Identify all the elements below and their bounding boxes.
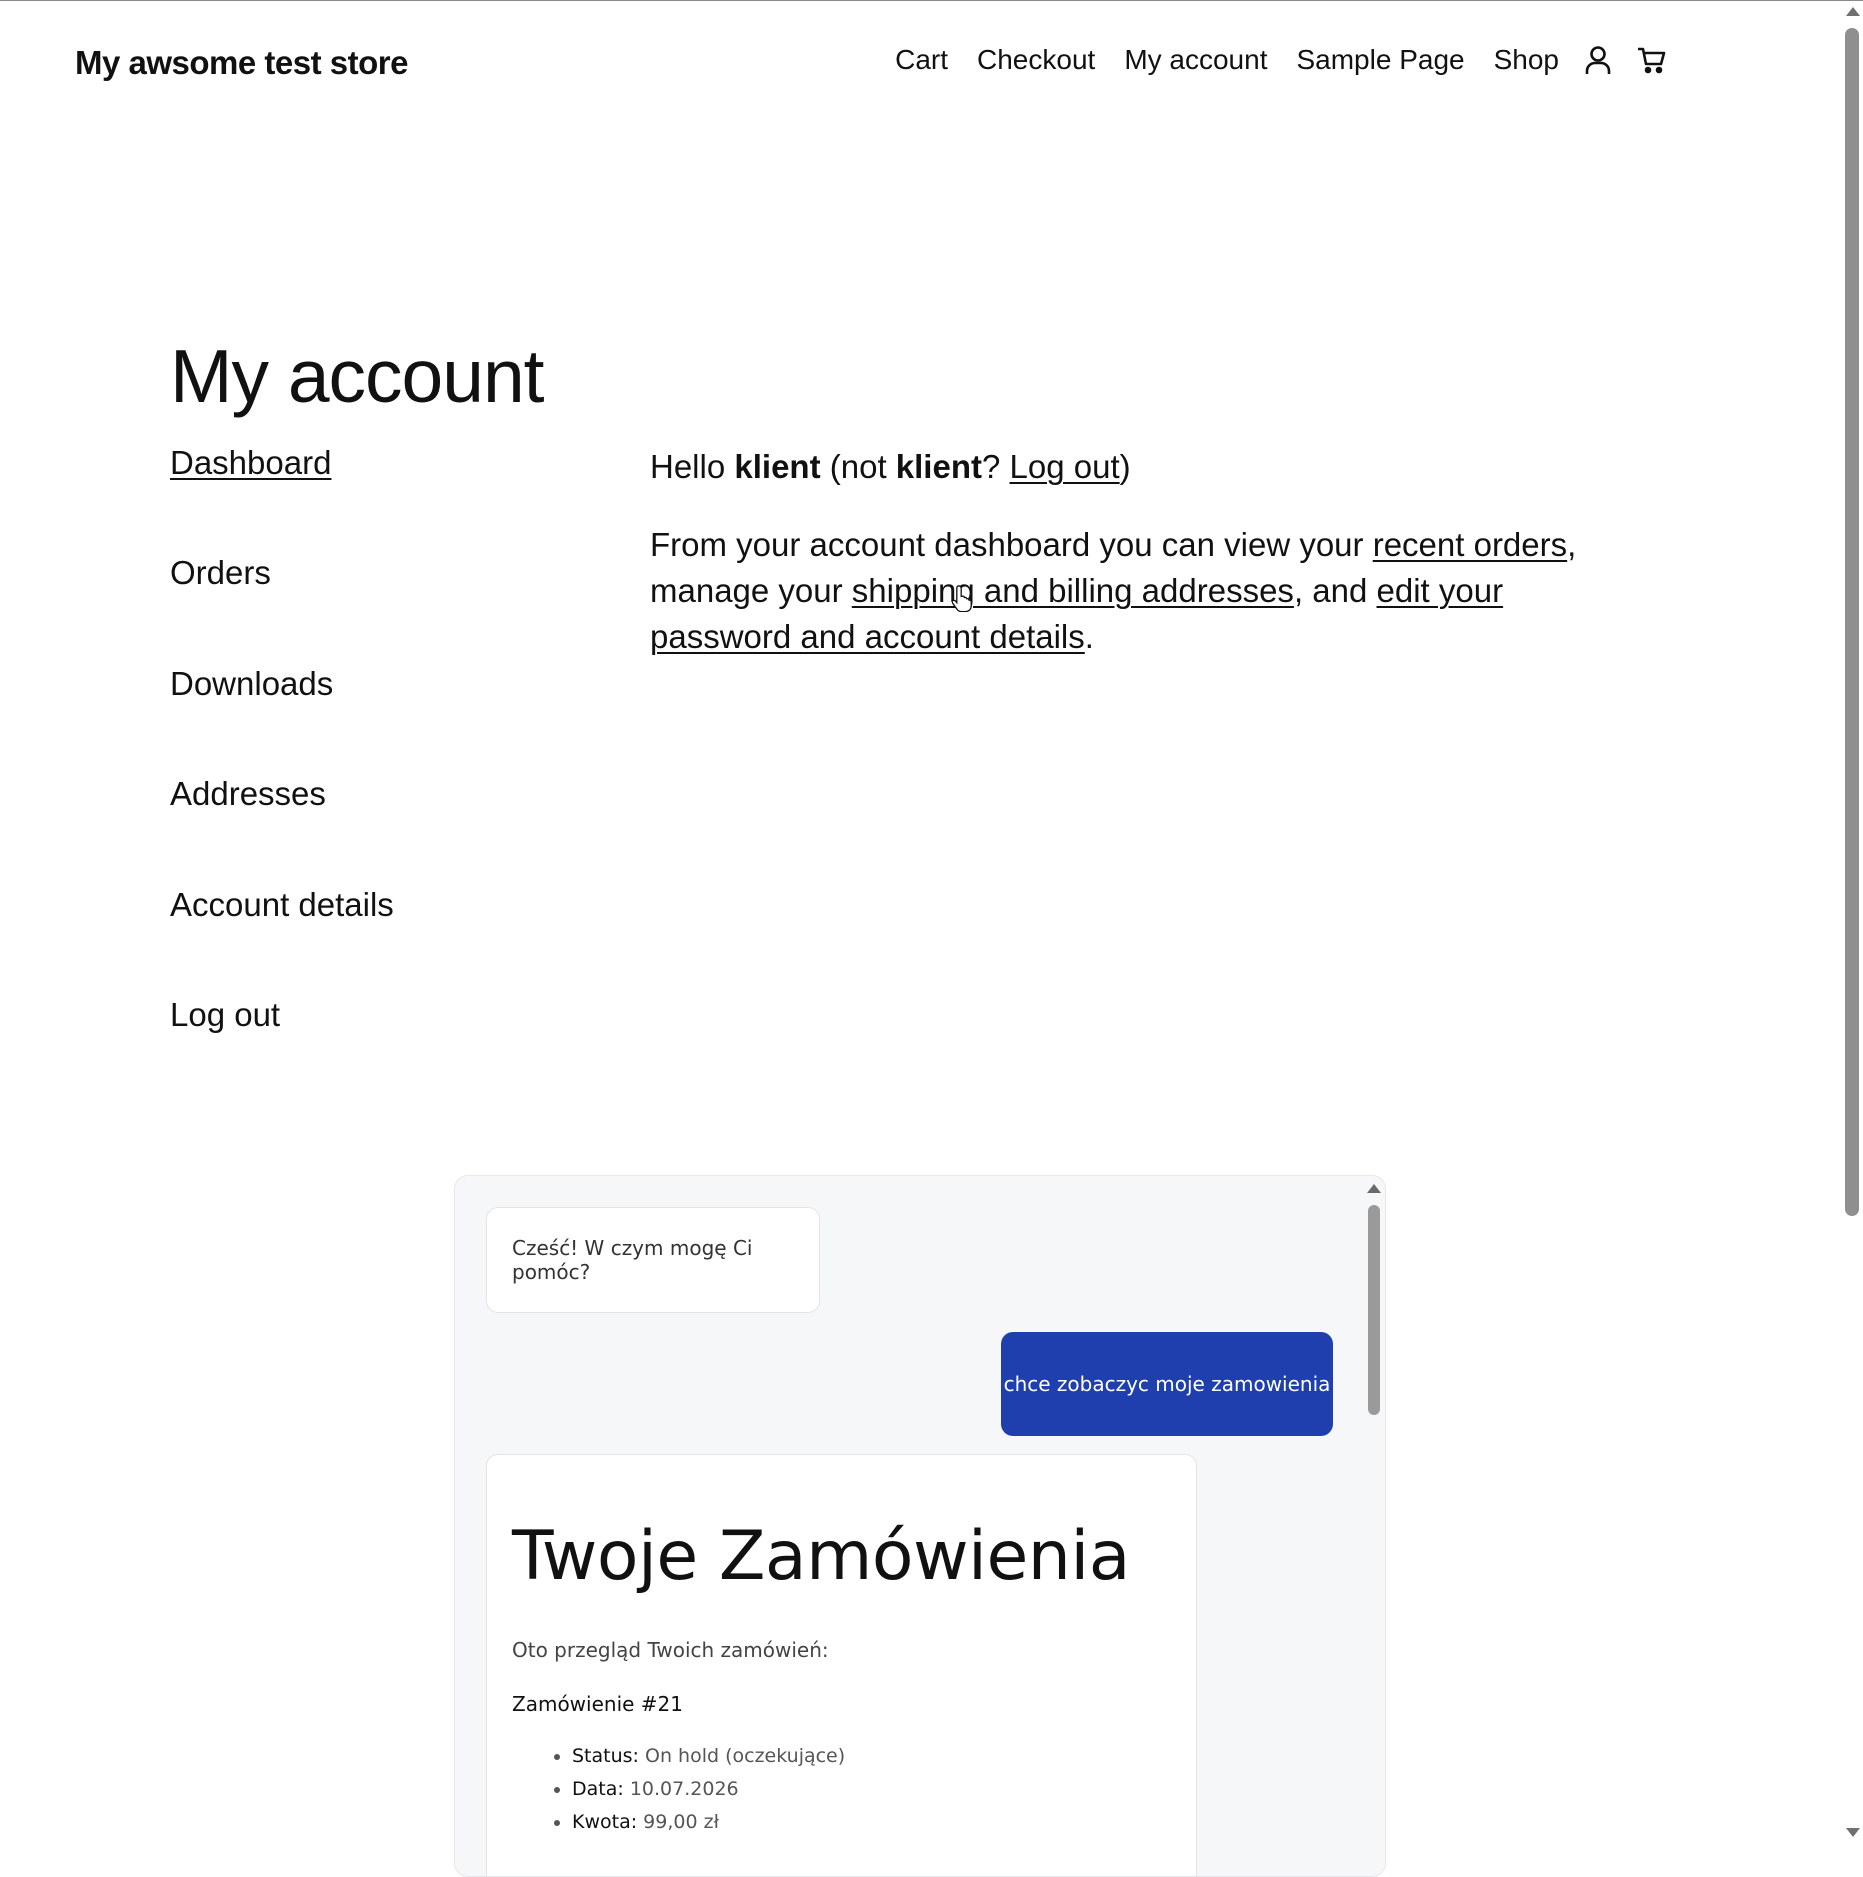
order-date-value: 10.07.2026 [629,1778,739,1800]
user-icon[interactable] [1585,45,1611,75]
hello-message: Hello klient (not klient? Log out) [650,444,1650,490]
orders-card: Twoje Zamówienia Oto przegląd Twoich zam… [486,1454,1197,1876]
question-mark: ? [981,448,1010,485]
account-nav-downloads[interactable]: Downloads [170,665,333,702]
scroll-up-arrow[interactable] [1846,7,1860,16]
nav-my-account[interactable]: My account [1124,44,1267,76]
order-status-value: On hold (oczekujące) [645,1745,846,1767]
bot-message: Cześć! W czym mogę Ci pomóc? [486,1207,820,1313]
account-nav-dashboard[interactable]: Dashboard [170,444,331,481]
chat-widget: Cześć! W czym mogę Ci pomóc? chce zobacz… [454,1175,1386,1877]
account-nav-item-dashboard: Dashboard [170,444,394,554]
hand-cursor-icon [951,584,974,617]
dashboard-description: From your account dashboard you can view… [650,522,1650,660]
nav-shop[interactable]: Shop [1494,44,1559,76]
chat-scrollbar-thumb[interactable] [1368,1205,1380,1415]
order-date: Data: 10.07.2026 [572,1773,1171,1806]
scroll-down-arrow[interactable] [1846,1828,1860,1837]
description-text-1: From your account dashboard you can view… [650,526,1373,563]
nav-sample-page[interactable]: Sample Page [1296,44,1464,76]
account-nav-logout[interactable]: Log out [170,996,280,1033]
description-text-3: , and [1293,572,1377,609]
order-date-label: Data: [572,1778,624,1800]
order-amount-label: Kwota: [572,1811,638,1833]
scrollbar-thumb[interactable] [1845,28,1859,1216]
chat-scroll-up-arrow[interactable] [1367,1184,1381,1193]
order-number: Zamówienie #21 [512,1692,683,1716]
addresses-link[interactable]: shipping and billing addresses [852,572,1294,609]
account-nav-orders[interactable]: Orders [170,554,271,591]
order-fields-list: Status: On hold (oczekujące) Data: 10.07… [512,1740,1171,1839]
window-top-border [0,0,1863,1]
order-status-label: Status: [572,1745,639,1767]
account-nav-item-account-details: Account details [170,886,394,996]
account-nav-item-addresses: Addresses [170,775,394,885]
dashboard-content: Hello klient (not klient? Log out) From … [650,444,1650,692]
hello-text: Hello [650,448,735,485]
page-title: My account [170,334,544,418]
account-nav-account-details[interactable]: Account details [170,886,394,923]
logout-link[interactable]: Log out [1010,448,1120,485]
username: klient [734,448,821,485]
account-navigation: Dashboard Orders Downloads Addresses Acc… [170,444,394,1106]
nav-cart[interactable]: Cart [895,44,948,76]
site-title[interactable]: My awsome test store [75,44,408,82]
nav-checkout[interactable]: Checkout [977,44,1095,76]
not-user-text: (not [820,448,896,485]
account-nav-item-orders: Orders [170,554,394,664]
main-nav: Cart Checkout My account Sample Page Sho… [866,44,1667,76]
user-message: chce zobaczyc moje zamowienia [1001,1332,1333,1436]
description-text-4: . [1084,618,1094,655]
account-nav-addresses[interactable]: Addresses [170,775,326,812]
orders-title: Twoje Zamówienia [512,1517,1130,1596]
order-status: Status: On hold (oczekujące) [572,1740,1171,1773]
cart-icon[interactable] [1637,46,1667,74]
orders-intro: Oto przegląd Twoich zamówień: [512,1638,829,1662]
user-message-text: chce zobaczyc moje zamowienia [1003,1372,1331,1396]
account-nav-item-downloads: Downloads [170,665,394,775]
order-amount-value: 99,00 zł [643,1811,719,1833]
order-amount: Kwota: 99,00 zł [572,1806,1171,1839]
recent-orders-link[interactable]: recent orders [1373,526,1567,563]
page-scrollbar[interactable] [1842,1,1863,1843]
close-paren: ) [1119,448,1131,485]
bot-message-text: Cześć! W czym mogę Ci pomóc? [512,1236,753,1284]
account-nav-item-logout: Log out [170,996,394,1106]
username-repeat: klient [895,448,982,485]
